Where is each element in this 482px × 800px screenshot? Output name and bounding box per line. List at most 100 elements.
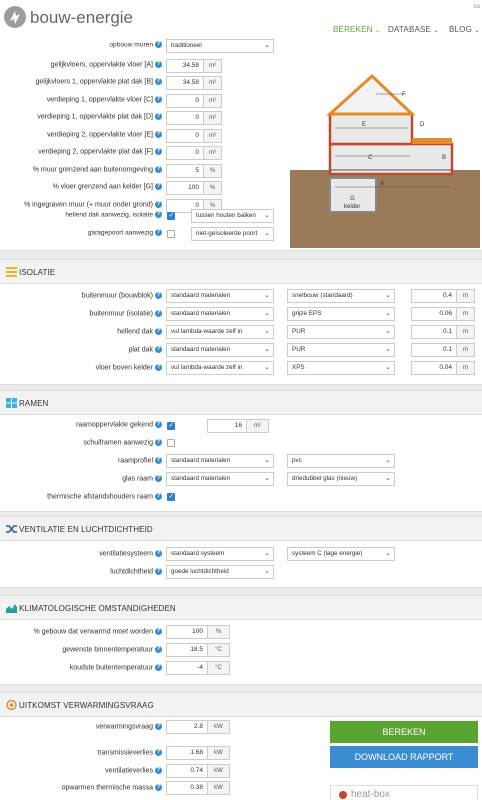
glas-raam-select-2[interactable]: driedubbel glas (nieuw) ⌄	[287, 472, 395, 486]
help-icon[interactable]: ?	[155, 749, 162, 756]
raamoppervlakte-checkbox[interactable]	[167, 421, 175, 430]
ground-area	[290, 170, 480, 248]
hellend-dak-isolatie-select[interactable]: tussen houten balken ⌄	[191, 209, 274, 223]
raamoppervlakte-input[interactable]: 16	[207, 419, 247, 433]
help-icon[interactable]: ?	[155, 211, 162, 218]
help-icon[interactable]: ?	[155, 310, 162, 317]
isolatie-thickness-input[interactable]: 0.4	[411, 289, 457, 303]
building-field-input[interactable]: 0	[166, 128, 204, 143]
opbouw-select[interactable]: traditioneel ⌄	[166, 39, 274, 53]
isolatie-thickness-input[interactable]: 0.1	[411, 343, 457, 357]
garagepoort-select[interactable]: niet-geïsoleerde poort ⌄	[191, 227, 274, 241]
help-icon[interactable]: ?	[155, 723, 162, 730]
building-field-input[interactable]: 100	[166, 181, 204, 195]
logo-icon[interactable]	[4, 6, 26, 28]
schuiframen-checkbox[interactable]	[167, 439, 175, 447]
help-icon[interactable]: ?	[155, 148, 162, 155]
building-field-input[interactable]: 34.58	[166, 76, 204, 90]
heat-box-text: heat-box	[351, 789, 390, 800]
isolatie-thickness-input[interactable]: 0.04	[411, 361, 457, 375]
bereken-button[interactable]: BEREKEN	[330, 721, 478, 743]
garagepoort-checkbox[interactable]	[167, 230, 175, 238]
heat-box-ad[interactable]: heat-box	[330, 785, 478, 800]
raamprofiel-select-1[interactable]: standaard materialen ⌄	[166, 454, 274, 468]
luchtdichtheid-select[interactable]: goede luchtdichtheid ⌄	[166, 565, 274, 579]
uitkomst-label: verwarmingsvraag	[95, 723, 153, 731]
download-rapport-button[interactable]: DOWNLOAD RAPPORT	[330, 746, 478, 768]
help-icon[interactable]: ?	[155, 328, 162, 335]
building-field-unit: m²	[204, 93, 222, 108]
klimaat-input[interactable]: 18.5	[166, 643, 208, 657]
help-icon[interactable]: ?	[155, 439, 162, 446]
klimaat-input[interactable]: -4	[166, 661, 208, 675]
building-field-input[interactable]: 0	[166, 93, 204, 108]
help-icon[interactable]: ?	[155, 130, 162, 138]
isolatie-type-select[interactable]: XPS ⌄	[287, 361, 395, 375]
help-icon[interactable]: ?	[155, 200, 162, 208]
building-field-input[interactable]: 34.58	[166, 58, 204, 73]
isolatie-type-select[interactable]: PUR ⌄	[287, 325, 395, 339]
building-field-label-wrap: gelijkvloers, oppervlakte vloer [A]?	[0, 60, 162, 68]
isolatie-type-select[interactable]: grijze EPS ⌄	[287, 307, 395, 321]
garagepoort-label: garagepoort aanwezig	[87, 229, 153, 237]
help-icon[interactable]: ?	[155, 292, 162, 299]
isolatie-material-select[interactable]: vul lambda-waarde zelf in ⌄	[166, 325, 274, 339]
brand-name[interactable]: bouw-energie	[30, 8, 133, 28]
isolatie-title: ISOLATIE	[19, 268, 56, 277]
help-icon[interactable]: ?	[155, 78, 162, 85]
raamprofiel-select-2[interactable]: pvc ⌄	[287, 454, 395, 468]
insulation-icon	[6, 267, 17, 277]
help-icon[interactable]: ?	[155, 60, 162, 68]
glas-raam-select-1[interactable]: standaard materialen ⌄	[166, 472, 274, 486]
building-field-unit: %	[204, 163, 222, 178]
isolatie-material-select[interactable]: standaard materialen ⌄	[166, 343, 274, 357]
help-icon[interactable]: ?	[155, 628, 162, 635]
nav-blog[interactable]: BLOG ⌄	[449, 25, 480, 34]
help-icon[interactable]: ?	[155, 646, 162, 653]
thermisch-checkbox[interactable]	[167, 492, 175, 501]
help-icon[interactable]: ?	[155, 183, 162, 190]
klimaat-input[interactable]: 100	[166, 625, 208, 639]
nav-database[interactable]: DATABASE ⌄	[388, 25, 439, 34]
isolatie-material-select-value: vul lambda-waarde zelf in	[171, 328, 243, 335]
top-navigation-bar: bouw-energie co BEREKEN ⌄ DATABASE ⌄ BLO…	[0, 0, 482, 40]
flat-roof-b	[412, 138, 452, 144]
chevron-down-icon: ⌄	[385, 292, 391, 299]
diagram-label-g: G	[350, 196, 355, 202]
help-icon[interactable]: ?	[155, 550, 162, 557]
help-icon[interactable]: ?	[155, 664, 162, 671]
isolatie-type-select[interactable]: snelbouw (standaard) ⌄	[287, 289, 395, 303]
building-field-input[interactable]: 0	[166, 111, 204, 125]
help-icon[interactable]: ?	[155, 784, 162, 791]
isolatie-type-select-value: snelbouw (standaard)	[292, 292, 353, 299]
building-field-input[interactable]: 0	[166, 146, 204, 160]
help-icon[interactable]: ?	[155, 421, 162, 428]
help-icon[interactable]: ?	[155, 493, 162, 500]
uitkomst-unit: kW	[208, 720, 230, 734]
nav-bereken[interactable]: BEREKEN ⌄	[333, 25, 380, 34]
isolatie-material-select[interactable]: vul lambda-waarde zelf in ⌄	[166, 361, 274, 375]
help-icon[interactable]: ?	[155, 165, 162, 173]
help-icon[interactable]: ?	[155, 346, 162, 353]
isolatie-material-select[interactable]: standaard materialen ⌄	[166, 307, 274, 321]
ventilatiesysteem-select-1[interactable]: standaard systeem ⌄	[166, 547, 274, 561]
klimaat-label-wrap: gewenste binnentemperatuur?	[0, 646, 162, 653]
ventilatiesysteem-select-2[interactable]: systeem C (lage energie) ⌄	[287, 547, 395, 561]
help-icon[interactable]: ?	[155, 229, 162, 236]
help-icon[interactable]: ?	[155, 364, 162, 371]
help-icon[interactable]: ?	[155, 41, 162, 48]
help-icon[interactable]: ?	[155, 457, 162, 464]
building-field-input[interactable]: 5	[166, 163, 204, 178]
help-icon[interactable]: ?	[155, 475, 162, 482]
hellend-dak-checkbox[interactable]	[167, 211, 175, 220]
klimaat-label-wrap: % gebouw dat verwarmd moet worden?	[0, 628, 162, 635]
isolatie-type-select[interactable]: PUR ⌄	[287, 343, 395, 357]
klimaat-title: KLIMATOLOGISCHE OMSTANDIGHEDEN	[19, 604, 176, 613]
help-icon[interactable]: ?	[155, 95, 162, 103]
isolatie-thickness-input[interactable]: 0.1	[411, 325, 457, 339]
isolatie-thickness-input[interactable]: 0.06	[411, 307, 457, 321]
help-icon[interactable]: ?	[155, 767, 162, 774]
isolatie-material-select[interactable]: standaard materialen ⌄	[166, 289, 274, 303]
help-icon[interactable]: ?	[155, 113, 162, 120]
help-icon[interactable]: ?	[155, 568, 162, 575]
